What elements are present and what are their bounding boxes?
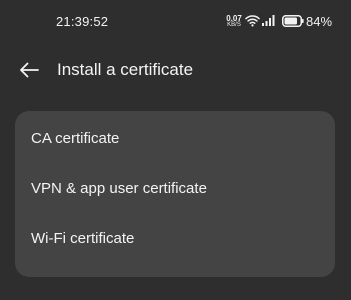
status-time: 21:39:52 (56, 14, 109, 29)
battery-percent: 84% (306, 14, 333, 29)
arrow-left-icon (20, 62, 39, 78)
signal-icon (262, 15, 275, 26)
back-button[interactable] (14, 57, 44, 83)
wifi-icon (245, 15, 260, 27)
page-title: Install a certificate (57, 60, 194, 79)
network-speed-unit: KB/S (227, 22, 241, 28)
wifi-certificate-option[interactable]: Wi-Fi certificate (15, 213, 335, 263)
battery-icon (282, 15, 304, 27)
status-bar: 21:39:52 0.07 KB/S 84% (0, 0, 351, 44)
ca-certificate-option[interactable]: CA certificate (15, 113, 335, 163)
network-speed: 0.07 KB/S (224, 15, 244, 29)
certificate-options-card: CA certificate VPN & app user certificat… (15, 111, 335, 277)
screen: 21:39:52 0.07 KB/S 84% Install a certifi… (0, 0, 351, 300)
option-label: VPN & app user certificate (31, 179, 207, 197)
option-label: Wi-Fi certificate (31, 229, 135, 247)
network-speed-value: 0.07 (226, 14, 242, 23)
option-label: CA certificate (31, 129, 120, 147)
vpn-app-user-certificate-option[interactable]: VPN & app user certificate (15, 163, 335, 213)
